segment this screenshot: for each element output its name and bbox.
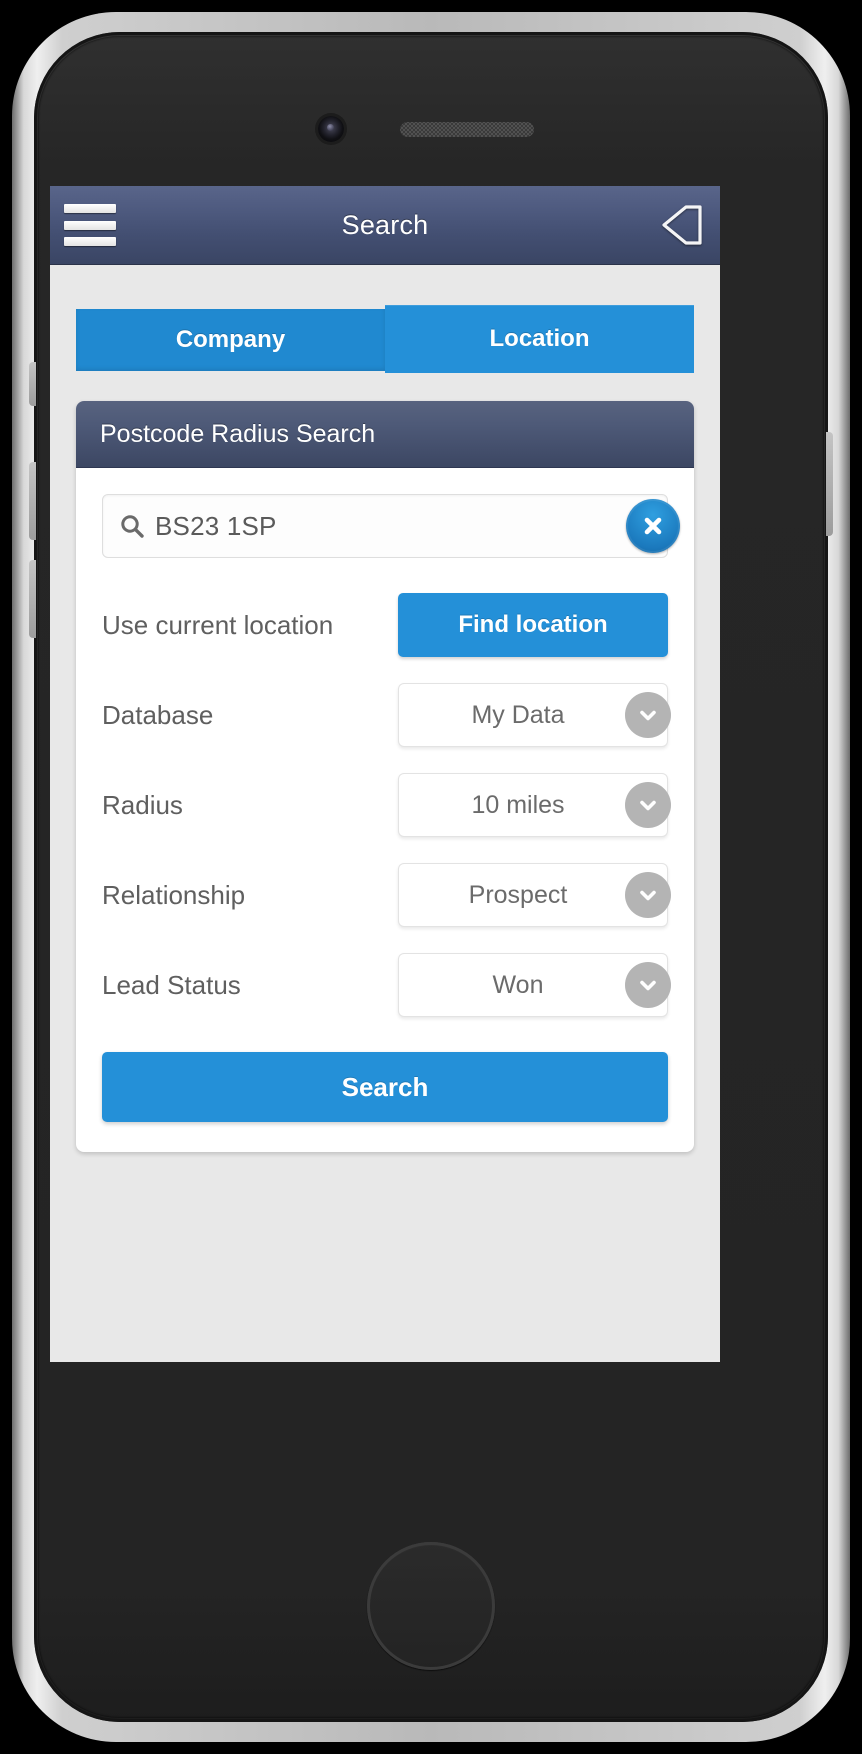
search-input[interactable]: BS23 1SP <box>102 494 668 558</box>
camera-icon <box>318 116 344 142</box>
phone-screen: Search Company Location Postcode Radius … <box>50 186 720 1362</box>
postcode-search-row: BS23 1SP <box>102 494 680 558</box>
postcode-radius-search-card: Postcode Radius Search BS23 1SP Use curr… <box>76 401 694 1152</box>
control-radius: 10 miles <box>398 773 671 837</box>
speaker-grille-icon <box>400 122 534 137</box>
power-button[interactable] <box>826 432 833 536</box>
tab-company-label: Company <box>175 326 286 353</box>
row-radius: Radius 10 miles <box>102 760 671 850</box>
tab-company[interactable]: Company <box>76 309 385 371</box>
control-database: My Data <box>398 683 671 747</box>
row-database: Database My Data <box>102 670 671 760</box>
label-use-current-location: Use current location <box>102 609 334 640</box>
chevron-down-icon <box>625 872 671 918</box>
label-relationship: Relationship <box>102 879 246 910</box>
tab-location-label: Location <box>489 325 590 352</box>
row-lead-status: Lead Status Won <box>102 940 671 1030</box>
card-header: Postcode Radius Search <box>76 401 694 468</box>
control-lead-status: Won <box>398 953 671 1017</box>
find-location-button[interactable]: Find location <box>398 593 668 657</box>
chevron-down-icon <box>625 692 671 738</box>
radius-select[interactable]: 10 miles <box>398 773 671 837</box>
chevron-down-icon <box>625 962 671 1008</box>
database-select[interactable]: My Data <box>398 683 671 747</box>
clear-circle-icon[interactable] <box>626 499 680 553</box>
relationship-select[interactable]: Prospect <box>398 863 671 927</box>
label-radius: Radius <box>102 789 183 820</box>
chevron-down-icon <box>625 782 671 828</box>
card-title: Postcode Radius Search <box>100 419 376 448</box>
control-relationship: Prospect <box>398 863 671 927</box>
back-arrow-icon[interactable] <box>656 201 706 249</box>
label-lead-status: Lead Status <box>102 969 241 1000</box>
silent-switch[interactable] <box>29 362 36 406</box>
hamburger-menu-icon[interactable] <box>64 204 116 246</box>
radius-select-value: 10 miles <box>471 790 565 819</box>
screenshot-stage: Search Company Location Postcode Radius … <box>0 0 862 1754</box>
label-database: Database <box>102 699 214 730</box>
page-title: Search <box>341 209 429 240</box>
control-find-location: Find location <box>398 593 668 657</box>
volume-up-button[interactable] <box>29 462 36 540</box>
search-input-value: BS23 1SP <box>155 510 277 541</box>
search-icon <box>119 513 145 539</box>
lead-status-select[interactable]: Won <box>398 953 671 1017</box>
tab-location[interactable]: Location <box>385 305 694 373</box>
search-submit-button[interactable]: Search <box>102 1052 668 1122</box>
row-relationship: Relationship Prospect <box>102 850 671 940</box>
relationship-select-value: Prospect <box>468 880 568 909</box>
lead-status-select-value: Won <box>492 970 544 999</box>
app-header: Search <box>50 186 720 265</box>
database-select-value: My Data <box>471 700 565 729</box>
card-body: BS23 1SP Use current location Find locat… <box>76 468 694 1152</box>
home-button[interactable] <box>367 1542 495 1670</box>
tab-bar: Company Location <box>50 265 720 373</box>
volume-down-button[interactable] <box>29 560 36 638</box>
row-use-current-location: Use current location Find location <box>102 580 668 670</box>
submit-row: Search <box>102 1052 668 1122</box>
